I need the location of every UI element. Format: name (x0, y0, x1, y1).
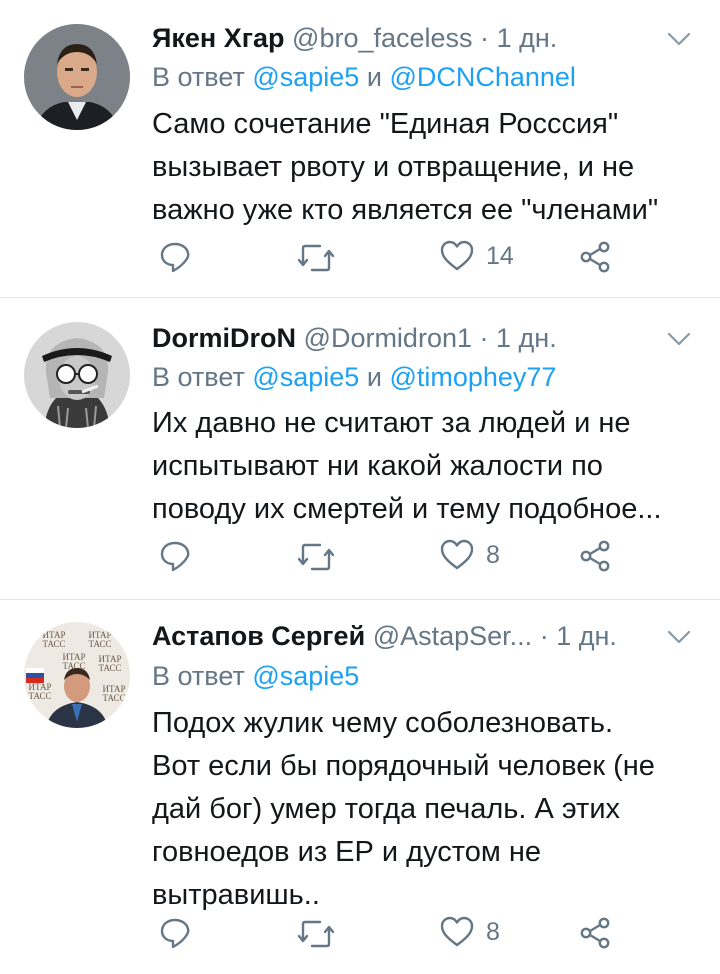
share-icon (578, 539, 612, 573)
mention-link[interactable]: @sapie5 (252, 62, 359, 92)
tweet-text-line: Подох жулик чему соболезновать. (152, 707, 614, 739)
timestamp[interactable]: 1 дн. (496, 323, 557, 353)
tweet-text-line: дай бог) умер тогда печаль. А этих (152, 793, 621, 825)
retweet-button[interactable] (298, 918, 334, 950)
avatar-watermark: ТАСС (88, 639, 111, 649)
retweet-icon (298, 242, 334, 274)
tweet-header: Якен Хгар @bro_faceless · 1 дн. (152, 18, 557, 58)
mention-link[interactable]: @DCNChannel (389, 62, 575, 92)
like-button[interactable]: 8 (440, 916, 500, 948)
reply-button[interactable] (158, 539, 192, 573)
share-icon (578, 916, 612, 950)
retweet-icon (298, 918, 334, 950)
tweet[interactable]: DormiDroN @Dormidron1 · 1 дн. В ответ @s… (0, 298, 720, 600)
tweet-text-line: говноедов из ЕР и дустом не (152, 836, 541, 868)
chevron-down-icon[interactable] (664, 622, 694, 652)
retweet-button[interactable] (298, 541, 334, 573)
tweet-text-line: важно уже кто является ее "членами" (152, 194, 659, 226)
mention-link[interactable]: @sapie5 (252, 362, 359, 392)
share-button[interactable] (578, 539, 612, 573)
tweet-text-line: испытывают ни какой жалости по (152, 450, 603, 482)
tweet-text-line: вытравишь.. (152, 879, 320, 911)
separator-dot: · (479, 323, 489, 353)
chevron-down-icon[interactable] (664, 324, 694, 354)
display-name[interactable]: Якен Хгар (152, 23, 285, 53)
like-count: 14 (486, 241, 514, 270)
display-name[interactable]: DormiDroN (152, 323, 296, 353)
tweet-text-line: поводу их смертей и тему подобное... (152, 493, 662, 525)
reply-context: В ответ @sapie5 и @timophey77 (152, 357, 556, 397)
like-icon (440, 916, 474, 948)
tweet-text-line: Само сочетание "Единая Росссия" (152, 108, 619, 140)
reply-button[interactable] (158, 240, 192, 274)
username[interactable]: @AstapSer... (373, 621, 532, 651)
tweet-text-line: вызывает рвоту и отвращение, и не (152, 151, 635, 183)
tweet-header: Астапов Сергей @AstapSer... · 1 дн. (152, 616, 617, 656)
retweet-icon (298, 541, 334, 573)
like-icon (440, 240, 474, 272)
like-count: 8 (486, 540, 500, 569)
avatar-watermark: ТАСС (42, 639, 65, 649)
separator-dot: · (539, 621, 549, 651)
reply-prefix: В ответ (152, 661, 245, 691)
reply-icon (158, 240, 192, 274)
avatar[interactable]: ИТАР ТАСС ИТАР ТАСС ИТАР ТАСС ИТАР ТАСС … (24, 622, 130, 728)
like-count: 8 (486, 917, 500, 946)
share-button[interactable] (578, 240, 612, 274)
tweet-header: DormiDroN @Dormidron1 · 1 дн. (152, 318, 557, 358)
mention-link[interactable]: @timophey77 (389, 362, 556, 392)
like-button[interactable]: 8 (440, 539, 500, 571)
reply-icon (158, 539, 192, 573)
reply-context: В ответ @sapie5 (152, 656, 359, 696)
avatar-watermark: ТАСС (28, 691, 51, 701)
separator-dot: · (480, 23, 490, 53)
retweet-button[interactable] (298, 242, 334, 274)
reply-joiner: и (366, 62, 382, 92)
tweet-text: Подох жулик чему соболезновать. Вот если… (152, 702, 700, 917)
avatar-watermark: ТАСС (102, 693, 125, 703)
tweet-text-line: Их давно не считают за людей и не (152, 407, 631, 439)
reply-context: В ответ @sapie5 и @DCNChannel (152, 57, 576, 97)
tweet-text: Само сочетание "Единая Росссия" вызывает… (152, 103, 700, 232)
like-button[interactable]: 14 (440, 240, 514, 272)
username[interactable]: @bro_faceless (292, 23, 473, 53)
mention-link[interactable]: @sapie5 (252, 661, 359, 691)
reply-icon (158, 916, 192, 950)
reply-joiner: и (366, 362, 382, 392)
reply-button[interactable] (158, 916, 192, 950)
share-icon (578, 240, 612, 274)
tweet-text-line: Вот если бы порядочный человек (не (152, 750, 655, 782)
tweet[interactable]: Якен Хгар @bro_faceless · 1 дн. В ответ … (0, 0, 720, 298)
like-icon (440, 539, 474, 571)
timestamp[interactable]: 1 дн. (556, 621, 617, 651)
chevron-down-icon[interactable] (664, 24, 694, 54)
tweet[interactable]: ИТАР ТАСС ИТАР ТАСС ИТАР ТАСС ИТАР ТАСС … (0, 600, 720, 974)
reply-prefix: В ответ (152, 362, 245, 392)
display-name[interactable]: Астапов Сергей (152, 621, 365, 651)
share-button[interactable] (578, 916, 612, 950)
timestamp[interactable]: 1 дн. (497, 23, 558, 53)
avatar-watermark: ТАСС (98, 663, 121, 673)
reply-prefix: В ответ (152, 62, 245, 92)
username[interactable]: @Dormidron1 (304, 323, 472, 353)
avatar[interactable] (24, 24, 130, 130)
tweet-text: Их давно не считают за людей и не испыты… (152, 402, 700, 531)
avatar[interactable] (24, 322, 130, 428)
